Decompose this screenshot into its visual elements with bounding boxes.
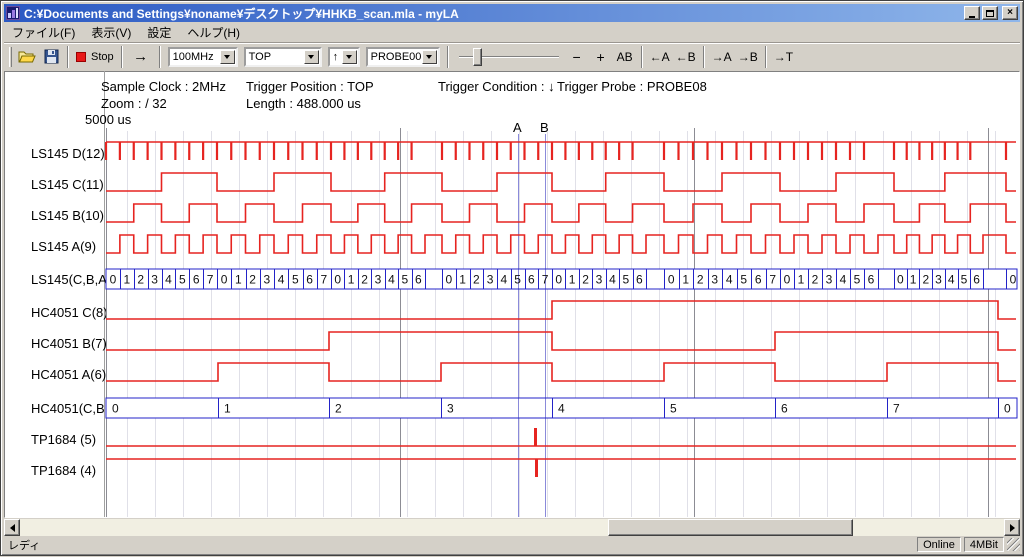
menu-help[interactable]: ヘルプ(H) [179, 22, 248, 43]
goto-cursor-b-left-button[interactable]: ←B [673, 46, 699, 68]
toolbar-separator [447, 46, 449, 68]
trigger-position-combo[interactable]: TOP [244, 47, 322, 67]
close-icon: × [1007, 8, 1013, 18]
toolbar-separator [67, 46, 69, 68]
floppy-save-icon [44, 49, 59, 64]
title-bar[interactable]: C:¥Documents and Settings¥noname¥デスクトップ¥… [4, 4, 1020, 22]
menu-view[interactable]: 表示(V) [83, 22, 139, 43]
open-folder-icon [18, 49, 36, 64]
waveform-client-area [4, 71, 1020, 518]
trigger-condition-info: Trigger Condition : ↓ [438, 79, 555, 94]
scroll-left-icon [10, 524, 15, 532]
zoom-info: Zoom : / 32 [101, 96, 167, 111]
toolbar-separator [765, 46, 767, 68]
app-icon [6, 6, 20, 20]
zoom-in-button[interactable]: + [589, 46, 613, 68]
timebase-label: 5000 us [85, 112, 131, 127]
trigger-edge-value: ↑ [330, 51, 342, 63]
save-button[interactable] [39, 46, 63, 68]
channel-label-hc4051-b[interactable]: HC4051 B(7) [31, 336, 107, 351]
trigger-probe-info: Trigger Probe : PROBE08 [557, 79, 707, 94]
trigger-edge-combo[interactable]: ↑ [328, 47, 360, 67]
sample-clock-combo[interactable]: 100MHz [168, 47, 238, 67]
toolbar-separator [641, 46, 643, 68]
ab-button[interactable]: AB [613, 46, 637, 68]
maximize-button[interactable] [982, 6, 998, 20]
scroll-right-icon [1010, 524, 1015, 532]
trigger-position-value: TOP [246, 51, 304, 63]
sample-clock-info: Sample Clock : 2MHz [101, 79, 226, 94]
channel-label-hc4051-c[interactable]: HC4051 C(8) [31, 305, 108, 320]
channel-label-tp1684-5[interactable]: TP1684 (5) [31, 432, 96, 447]
toolbar: Stop → 100MHz TOP ↑ PROBE00 − + AB ←A [4, 42, 1020, 70]
cursor-b-label[interactable]: B [540, 120, 549, 135]
status-online-badge: Online [917, 537, 961, 552]
dropdown-arrow-icon[interactable] [342, 50, 357, 64]
status-bar: レディ Online 4MBit [4, 536, 1020, 553]
toolbar-separator [159, 46, 161, 68]
channel-label-ls145-b[interactable]: LS145 B(10) [31, 208, 104, 223]
sample-clock-value: 100MHz [170, 51, 220, 63]
run-button[interactable]: → [127, 46, 155, 68]
dropdown-arrow-icon[interactable] [220, 50, 235, 64]
goto-trigger-button[interactable]: →T [771, 46, 796, 68]
goto-cursor-b-right-button[interactable]: →B [735, 46, 761, 68]
label-plot-divider [104, 71, 105, 517]
trigger-probe-value: PROBE00 [368, 51, 423, 63]
status-memory-badge: 4MBit [964, 537, 1004, 552]
menu-file[interactable]: ファイル(F) [4, 22, 83, 43]
zoom-slider-thumb[interactable] [473, 48, 482, 66]
minimize-icon [969, 16, 975, 18]
app-window: C:¥Documents and Settings¥noname¥デスクトップ¥… [0, 0, 1024, 556]
scrollbar-thumb[interactable] [608, 519, 853, 536]
stop-button[interactable]: Stop [73, 46, 117, 68]
menu-bar: ファイル(F) 表示(V) 設定 ヘルプ(H) [4, 23, 1020, 42]
trigger-position-info: Trigger Position : TOP [246, 79, 374, 94]
stop-label: Stop [91, 51, 114, 63]
channel-label-ls145-c[interactable]: LS145 C(11) [31, 177, 104, 192]
channel-label-hc4051-bus[interactable]: HC4051(C,B,A) [31, 401, 121, 416]
scroll-right-button[interactable] [1004, 519, 1020, 536]
channel-label-ls145-a[interactable]: LS145 A(9) [31, 239, 96, 254]
length-info: Length : 488.000 us [246, 96, 361, 111]
goto-cursor-a-left-button[interactable]: ←A [647, 46, 673, 68]
dropdown-arrow-icon[interactable] [422, 50, 436, 64]
minimize-button[interactable] [964, 6, 980, 20]
cursor-a-label[interactable]: A [513, 120, 522, 135]
channel-label-ls145-d[interactable]: LS145 D(12) [31, 146, 105, 161]
open-file-button[interactable] [15, 46, 39, 68]
menu-settings[interactable]: 設定 [139, 22, 179, 43]
goto-cursor-a-right-button[interactable]: →A [709, 46, 735, 68]
zoom-slider[interactable] [459, 47, 559, 67]
maximize-icon [986, 10, 994, 17]
close-button[interactable]: × [1002, 6, 1018, 20]
status-ready-text: レディ [4, 537, 917, 553]
channel-label-hc4051-a[interactable]: HC4051 A(6) [31, 367, 106, 382]
channel-label-tp1684-4[interactable]: TP1684 (4) [31, 463, 96, 478]
zoom-out-button[interactable]: − [565, 46, 589, 68]
trigger-probe-combo[interactable]: PROBE00 [366, 47, 440, 67]
scroll-left-button[interactable] [4, 519, 20, 536]
dropdown-arrow-icon[interactable] [304, 50, 319, 64]
toolbar-grip [9, 47, 12, 67]
resize-grip[interactable] [1007, 538, 1020, 551]
channel-label-ls145-bus[interactable]: LS145(C,B,A) [31, 272, 111, 287]
toolbar-separator [121, 46, 123, 68]
horizontal-scrollbar[interactable] [4, 519, 1020, 536]
toolbar-separator [703, 46, 705, 68]
stop-icon [76, 52, 86, 62]
window-title: C:¥Documents and Settings¥noname¥デスクトップ¥… [24, 5, 962, 22]
